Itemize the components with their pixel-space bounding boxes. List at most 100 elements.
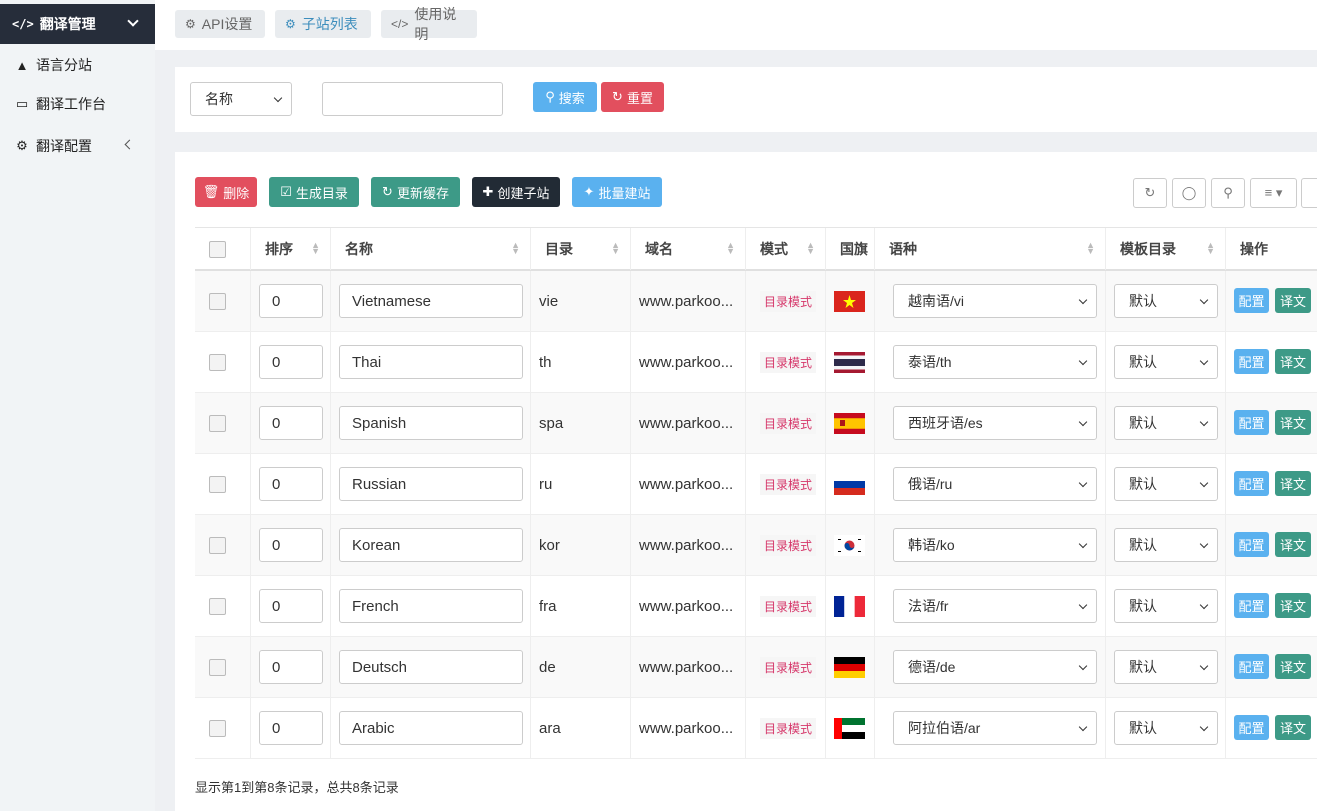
name-input[interactable]: Deutsch xyxy=(339,650,523,684)
name-input[interactable]: Korean xyxy=(339,528,523,562)
toggle-view-button[interactable]: ◯ xyxy=(1172,178,1206,208)
sort-input[interactable]: 0 xyxy=(259,589,323,623)
language-select[interactable]: 法语/fr xyxy=(893,589,1097,623)
template-select[interactable]: 默认 xyxy=(1114,650,1218,684)
translate-button[interactable]: 译文 xyxy=(1275,410,1311,435)
select-all-checkbox[interactable] xyxy=(209,240,226,258)
template-select[interactable]: 默认 xyxy=(1114,589,1218,623)
config-button[interactable]: 配置 xyxy=(1234,654,1269,679)
name-input[interactable]: Russian xyxy=(339,467,523,501)
name-input[interactable]: French xyxy=(339,589,523,623)
chevron-down-icon xyxy=(1199,661,1209,671)
config-button[interactable]: 配置 xyxy=(1234,410,1269,435)
config-button[interactable]: 配置 xyxy=(1234,715,1269,740)
name-input[interactable]: Vietnamese xyxy=(339,284,523,318)
col-mode[interactable]: 模式 ▲ ▼ xyxy=(745,228,825,270)
name-input[interactable]: Spanish xyxy=(339,406,523,440)
language-select[interactable]: 泰语/th xyxy=(893,345,1097,379)
flag-cell xyxy=(825,637,874,697)
template-select[interactable]: 默认 xyxy=(1114,284,1218,318)
config-button[interactable]: 配置 xyxy=(1234,349,1269,374)
mode-badge: 目录模式 xyxy=(760,656,817,678)
col-sort[interactable]: 排序 ▲ ▼ xyxy=(250,228,330,270)
row-checkbox[interactable] xyxy=(209,475,226,493)
domain-cell: www.parkoo... xyxy=(630,271,745,331)
tab-usage-guide[interactable]: </> 使用说明 xyxy=(381,6,477,42)
sort-input[interactable]: 0 xyxy=(259,406,323,440)
row-checkbox[interactable] xyxy=(209,414,226,432)
tab-substation-list[interactable]: ⚙ 子站列表 xyxy=(275,10,371,38)
sidebar-item-workbench[interactable]: ▭ 翻译工作台 xyxy=(0,85,155,123)
config-button[interactable]: 配置 xyxy=(1234,593,1269,618)
template-select[interactable]: 默认 xyxy=(1114,406,1218,440)
reset-button[interactable]: ↻ 重置 xyxy=(601,82,664,112)
search-button[interactable]: ⚲ 搜索 xyxy=(533,82,597,112)
domain-cell: www.parkoo... xyxy=(630,332,745,392)
translate-button[interactable]: 译文 xyxy=(1275,715,1311,740)
translate-button[interactable]: 译文 xyxy=(1275,349,1311,374)
config-button[interactable]: 配置 xyxy=(1234,471,1269,496)
row-checkbox[interactable] xyxy=(209,353,226,371)
col-dir[interactable]: 目录 ▲ ▼ xyxy=(530,228,630,270)
row-checkbox[interactable] xyxy=(209,658,226,676)
flag-ae-icon xyxy=(834,717,865,739)
col-flag: 国旗 xyxy=(825,228,874,270)
col-domain[interactable]: 域名 ▲ ▼ xyxy=(630,228,745,270)
sort-input[interactable]: 0 xyxy=(259,711,323,745)
check-square-icon: ☑ xyxy=(280,184,292,199)
translate-button[interactable]: 译文 xyxy=(1275,654,1311,679)
template-select[interactable]: 默认 xyxy=(1114,467,1218,501)
translate-button[interactable]: 译文 xyxy=(1275,593,1311,618)
language-select[interactable]: 西班牙语/es xyxy=(893,406,1097,440)
col-language[interactable]: 语种 ▲ ▼ xyxy=(874,228,1105,270)
row-checkbox[interactable] xyxy=(209,292,226,310)
create-site-button[interactable]: ✚ 创建子站 xyxy=(472,177,560,207)
batch-create-button[interactable]: ✦ 批量建站 xyxy=(572,177,662,207)
translate-button[interactable]: 译文 xyxy=(1275,288,1311,313)
col-template-dir[interactable]: 模板目录 ▲ ▼ xyxy=(1105,228,1225,270)
name-input[interactable]: Arabic xyxy=(339,711,523,745)
sidebar-item-translation-config[interactable]: ⚙ 翻译配置 xyxy=(0,127,155,165)
button-label: 搜索 xyxy=(558,90,585,106)
refresh-cache-button[interactable]: ↻ 更新缓存 xyxy=(371,177,460,207)
table-search-button[interactable]: ⚲ xyxy=(1211,178,1245,208)
sort-input[interactable]: 0 xyxy=(259,528,323,562)
generate-dir-button[interactable]: ☑ 生成目录 xyxy=(269,177,359,207)
translate-button[interactable]: 译文 xyxy=(1275,532,1311,557)
domain-cell: www.parkoo... xyxy=(630,454,745,514)
language-select[interactable]: 阿拉伯语/ar xyxy=(893,711,1097,745)
col-label: 模式 xyxy=(760,241,788,257)
name-cell: Russian xyxy=(330,454,530,514)
refresh-table-button[interactable]: ↻ xyxy=(1133,178,1167,208)
template-select[interactable]: 默认 xyxy=(1114,528,1218,562)
name-input[interactable]: Thai xyxy=(339,345,523,379)
sidebar-item-language-sites[interactable]: ▲ 语言分站 xyxy=(0,46,155,84)
delete-button[interactable]: 🗑 删除 xyxy=(195,177,257,207)
sidebar-header-translation-mgmt[interactable]: </> 翻译管理 xyxy=(0,4,165,44)
search-field-select[interactable]: 名称 xyxy=(190,82,292,116)
col-name[interactable]: 名称 ▲ ▼ xyxy=(330,228,530,270)
sort-input[interactable]: 0 xyxy=(259,467,323,501)
sort-input[interactable]: 0 xyxy=(259,284,323,318)
row-checkbox[interactable] xyxy=(209,719,226,737)
template-select[interactable]: 默认 xyxy=(1114,711,1218,745)
row-checkbox[interactable] xyxy=(209,597,226,615)
actions-cell: 配置 译文 xyxy=(1225,515,1317,575)
export-button[interactable] xyxy=(1301,178,1317,208)
language-select[interactable]: 越南语/vi xyxy=(893,284,1097,318)
translate-button[interactable]: 译文 xyxy=(1275,471,1311,496)
search-input[interactable] xyxy=(322,82,503,116)
row-checkbox[interactable] xyxy=(209,536,226,554)
language-cell: 泰语/th xyxy=(874,332,1105,392)
language-select[interactable]: 俄语/ru xyxy=(893,467,1097,501)
language-select[interactable]: 德语/de xyxy=(893,650,1097,684)
language-select[interactable]: 韩语/ko xyxy=(893,528,1097,562)
config-button[interactable]: 配置 xyxy=(1234,288,1269,313)
sort-input[interactable]: 0 xyxy=(259,650,323,684)
template-select[interactable]: 默认 xyxy=(1114,345,1218,379)
sort-input[interactable]: 0 xyxy=(259,345,323,379)
divider xyxy=(155,50,1317,67)
columns-dropdown-button[interactable]: ≡ ▾ xyxy=(1250,178,1297,208)
config-button[interactable]: 配置 xyxy=(1234,532,1269,557)
tab-api-settings[interactable]: ⚙ API设置 xyxy=(175,10,265,38)
